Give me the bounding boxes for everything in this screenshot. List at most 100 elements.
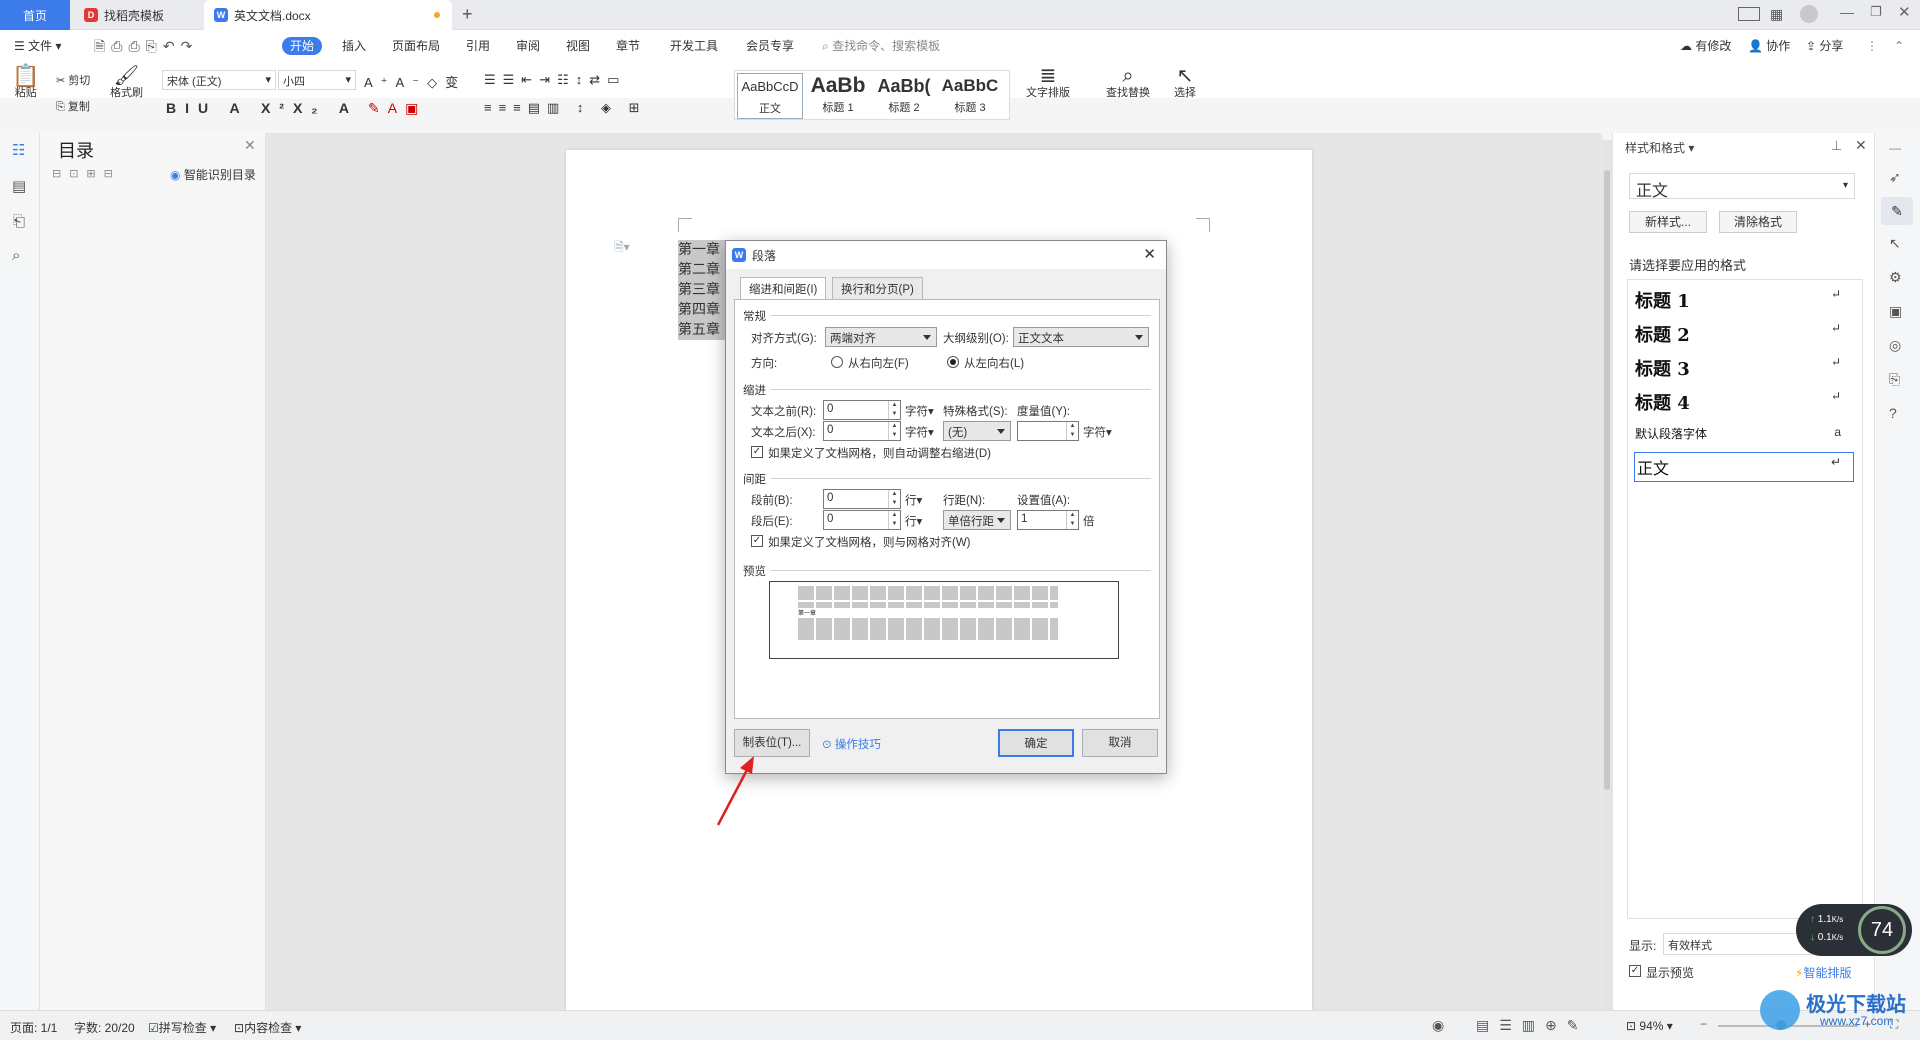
collab-button[interactable]: 👤 协作 [1748, 37, 1790, 55]
menu-tab-home[interactable]: 开始 [282, 37, 323, 55]
zoom-control[interactable]: ⊡ 94% ▾ [1626, 1019, 1673, 1033]
spinner-icon[interactable]: ▲ ▼ [888, 511, 900, 529]
menu-tab-view[interactable]: 视图 [566, 37, 590, 55]
help-icon[interactable]: ? [1889, 405, 1897, 421]
align-select[interactable]: 两端对齐 [825, 327, 937, 347]
restore-icon[interactable]: ❐ [1870, 4, 1882, 20]
netspeed-widget[interactable]: ↑ 1.1K/s ↓ 0.1K/s 74 [1796, 904, 1912, 956]
style-item-heading3[interactable]: 标题 3 ↵ [1634, 354, 1854, 382]
menu-tab-reference[interactable]: 引用 [466, 37, 490, 55]
close-window-icon[interactable]: ✕ [1898, 3, 1911, 21]
tab-template[interactable]: D 找稻壳模板 [74, 0, 200, 30]
clear-format-button[interactable]: 清除格式 [1719, 211, 1797, 233]
spinner-icon[interactable]: ▲ ▼ [1066, 511, 1078, 529]
style-item-default-font[interactable]: 默认段落字体 a [1634, 424, 1854, 443]
paragraph-handle-icon[interactable]: 🗎▾ [614, 238, 630, 259]
smart-toc-button[interactable]: ◉ 智能识别目录 [170, 166, 256, 183]
minimize-icon[interactable]: — [1840, 4, 1854, 20]
paste-button[interactable]: 📋 粘贴 [12, 65, 39, 100]
indent-after-unit[interactable]: 字符▾ [905, 424, 934, 440]
tab-document[interactable]: W 英文文档.docx [204, 0, 452, 30]
style-heading1[interactable]: AaBb 标题 1 [805, 73, 871, 119]
space-before-input[interactable]: 0 ▲ ▼ [823, 489, 901, 509]
modify-button[interactable]: ☁ 有修改 [1680, 37, 1731, 55]
font-format-buttons[interactable]: BIU A X²X₂ A [166, 100, 358, 116]
select-cursor-icon[interactable]: ↖ [1889, 235, 1901, 252]
style-item-heading4[interactable]: 标题 4 ↵ [1634, 388, 1854, 416]
file-menu[interactable]: ☰ 文件 ▾ [14, 37, 61, 55]
outline-icon[interactable]: ☷ [12, 141, 25, 159]
indent-before-input[interactable]: 0 ▲ ▼ [823, 400, 901, 420]
menu-tab-insert[interactable]: 插入 [342, 37, 366, 55]
layout-icon[interactable] [1738, 7, 1760, 21]
font-size-select[interactable]: 小四 ▾ [278, 70, 356, 90]
style-normal[interactable]: AaBbCcD 正文 [737, 73, 803, 119]
spinner-icon[interactable]: ▲ ▼ [1066, 422, 1078, 440]
collapse-ribbon-icon[interactable]: ⌃ [1894, 37, 1904, 55]
collapse-icon[interactable]: — [1889, 141, 1901, 155]
space-before-unit[interactable]: 行▾ [905, 492, 922, 508]
ltr-radio[interactable] [947, 356, 959, 368]
style-item-heading2[interactable]: 标题 2 ↵ [1634, 320, 1854, 348]
spell-check[interactable]: ☑拼写检查 ▾ [148, 1019, 216, 1036]
chapter-icon[interactable]: ▤ [12, 177, 26, 195]
sliders-icon[interactable]: ⚙ [1889, 269, 1902, 286]
share-button[interactable]: ⇪ 分享 [1806, 37, 1843, 55]
close-icon[interactable]: ✕ [1855, 137, 1867, 154]
list-buttons[interactable]: ☰☰⇤⇥☷↕⇄▭ [484, 72, 626, 88]
tab-line-page-break[interactable]: 换行和分页(P) [832, 277, 923, 299]
tab-indent-spacing[interactable]: 缩进和间距(I) [740, 277, 827, 300]
space-after-unit[interactable]: 行▾ [905, 513, 922, 529]
highlight-color-buttons[interactable]: ✎A▣ [368, 100, 426, 117]
font-size-controls[interactable]: A⁺A⁻◇变 [364, 72, 466, 91]
line-spacing-select[interactable]: 单倍行距 [943, 510, 1011, 530]
quick-access-icons[interactable]: 🗎⎙⎙⎘↶↷ [94, 37, 198, 55]
outline-select[interactable]: 正文文本 [1013, 327, 1149, 347]
style-heading2[interactable]: AaBb(标题 2 [871, 73, 937, 119]
view-mode-icons[interactable]: ▤☰▥⊕✎ [1476, 1017, 1588, 1034]
menu-tab-chapter[interactable]: 章节 [616, 37, 640, 55]
toc-expand-controls[interactable]: ⊟⊡⊞⊟ [52, 167, 121, 180]
bookmark-icon[interactable]: ⎗ [13, 213, 25, 230]
smart-layout-button[interactable]: ⚡智能排版 [1795, 964, 1851, 981]
styles-pen-icon[interactable]: ✎ [1881, 197, 1913, 225]
menu-tab-developer[interactable]: 开发工具 [670, 37, 718, 55]
cancel-button[interactable]: 取消 [1082, 729, 1158, 757]
more-icon[interactable]: ⋮ [1866, 37, 1878, 55]
zoom-out-icon[interactable]: − [1700, 1017, 1707, 1031]
close-icon[interactable]: ✕ [244, 137, 256, 154]
font-name-select[interactable]: 宋体 (正文) ▾ [162, 70, 276, 90]
close-icon[interactable]: ✕ [1143, 245, 1156, 263]
spinner-icon[interactable]: ▲ ▼ [888, 490, 900, 508]
page-count[interactable]: 页面: 1/1 [10, 1019, 57, 1036]
measure-input[interactable]: ▲ ▼ [1017, 421, 1079, 441]
scrollbar-thumb[interactable] [1604, 170, 1610, 790]
eye-icon[interactable]: ◉ [1432, 1017, 1444, 1034]
tab-home[interactable]: 首页 [0, 0, 70, 30]
menu-tab-layout[interactable]: 页面布局 [392, 37, 440, 55]
avatar[interactable] [1800, 5, 1818, 23]
search-icon[interactable]: ⌕ [12, 247, 20, 264]
new-style-button[interactable]: 新样式... [1629, 211, 1707, 233]
space-after-input[interactable]: 0 ▲ ▼ [823, 510, 901, 530]
style-item-normal[interactable]: 正文 ↵ [1634, 452, 1854, 482]
align-buttons[interactable]: ≡≡≡▤▥ ↕ ◈ ⊞ [484, 100, 647, 116]
indent-before-unit[interactable]: 字符▾ [905, 403, 934, 419]
find-replace-button[interactable]: ⌕ 查找替换 [1106, 66, 1150, 100]
special-format-select[interactable]: (无) [943, 421, 1011, 441]
apps-grid-icon[interactable]: ▦ [1770, 6, 1783, 23]
text-layout-button[interactable]: ≣ 文字排版 [1026, 66, 1070, 100]
new-tab-button[interactable]: + [462, 4, 473, 25]
auto-adjust-checkbox[interactable]: ✓ [751, 446, 763, 458]
book-icon[interactable]: ⎘ [1889, 371, 1900, 388]
format-painter-button[interactable]: 🖌 格式刷 [110, 66, 143, 100]
show-select[interactable]: 有效样式 [1663, 933, 1813, 955]
style-heading3[interactable]: AaBbC 标题 3 [937, 73, 1003, 119]
styles-panel-title[interactable]: 样式和格式 ▾ [1625, 139, 1694, 156]
cut-button[interactable]: ✂ 剪切 [56, 72, 90, 88]
word-count[interactable]: 字数: 20/20 [74, 1019, 135, 1036]
measure-unit[interactable]: 字符▾ [1083, 424, 1112, 440]
tips-link[interactable]: ⊙ 操作技巧 [822, 736, 881, 752]
globe-icon[interactable]: ◎ [1889, 337, 1901, 354]
vertical-scrollbar[interactable] [1602, 140, 1612, 1010]
